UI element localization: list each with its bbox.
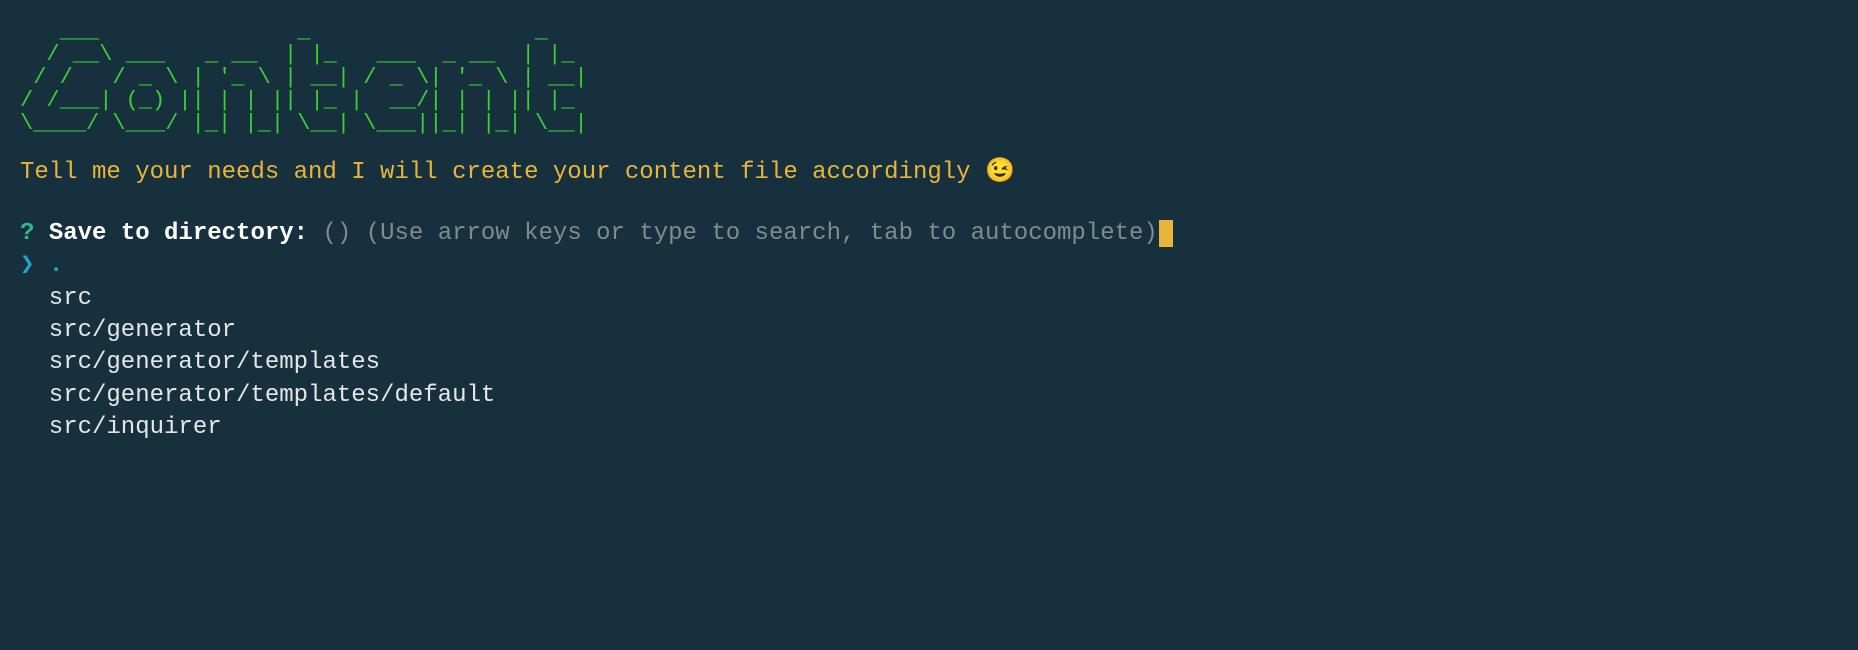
option-row[interactable]: src/generator/templates/default (20, 380, 1838, 412)
option-item-label: . (49, 252, 63, 279)
option-item-label: src/generator/templates (49, 349, 380, 376)
prompt-marker: ? (20, 220, 34, 247)
chevron-right-icon: ❯ (20, 252, 34, 279)
option-item-label: src/generator/templates/default (49, 382, 495, 409)
autocomplete-options[interactable]: ❯ . src src/generator src/generator/temp… (20, 250, 1838, 444)
option-item-label: src (49, 285, 92, 312)
option-row[interactable]: src/generator/templates (20, 347, 1838, 379)
prompt-label: Save to directory: (49, 220, 308, 247)
option-row[interactable]: src/inquirer (20, 412, 1838, 444)
prompt-default-value: () (322, 220, 351, 247)
ascii-banner: ___ _ _ / __\ ___ _ __ | |_ ___ _ __ | |… (20, 20, 1838, 135)
option-selected-row[interactable]: ❯ . (20, 250, 1838, 282)
option-row[interactable]: src/generator (20, 315, 1838, 347)
cursor-icon (1159, 220, 1173, 246)
prompt-hint: (Use arrow keys or type to search, tab t… (366, 220, 1158, 247)
option-item-label: src/generator (49, 317, 236, 344)
intro-text: Tell me your needs and I will create you… (20, 157, 1838, 189)
option-item-label: src/inquirer (49, 414, 222, 441)
option-row[interactable]: src (20, 283, 1838, 315)
prompt-line[interactable]: ? Save to directory: () (Use arrow keys … (20, 218, 1838, 250)
